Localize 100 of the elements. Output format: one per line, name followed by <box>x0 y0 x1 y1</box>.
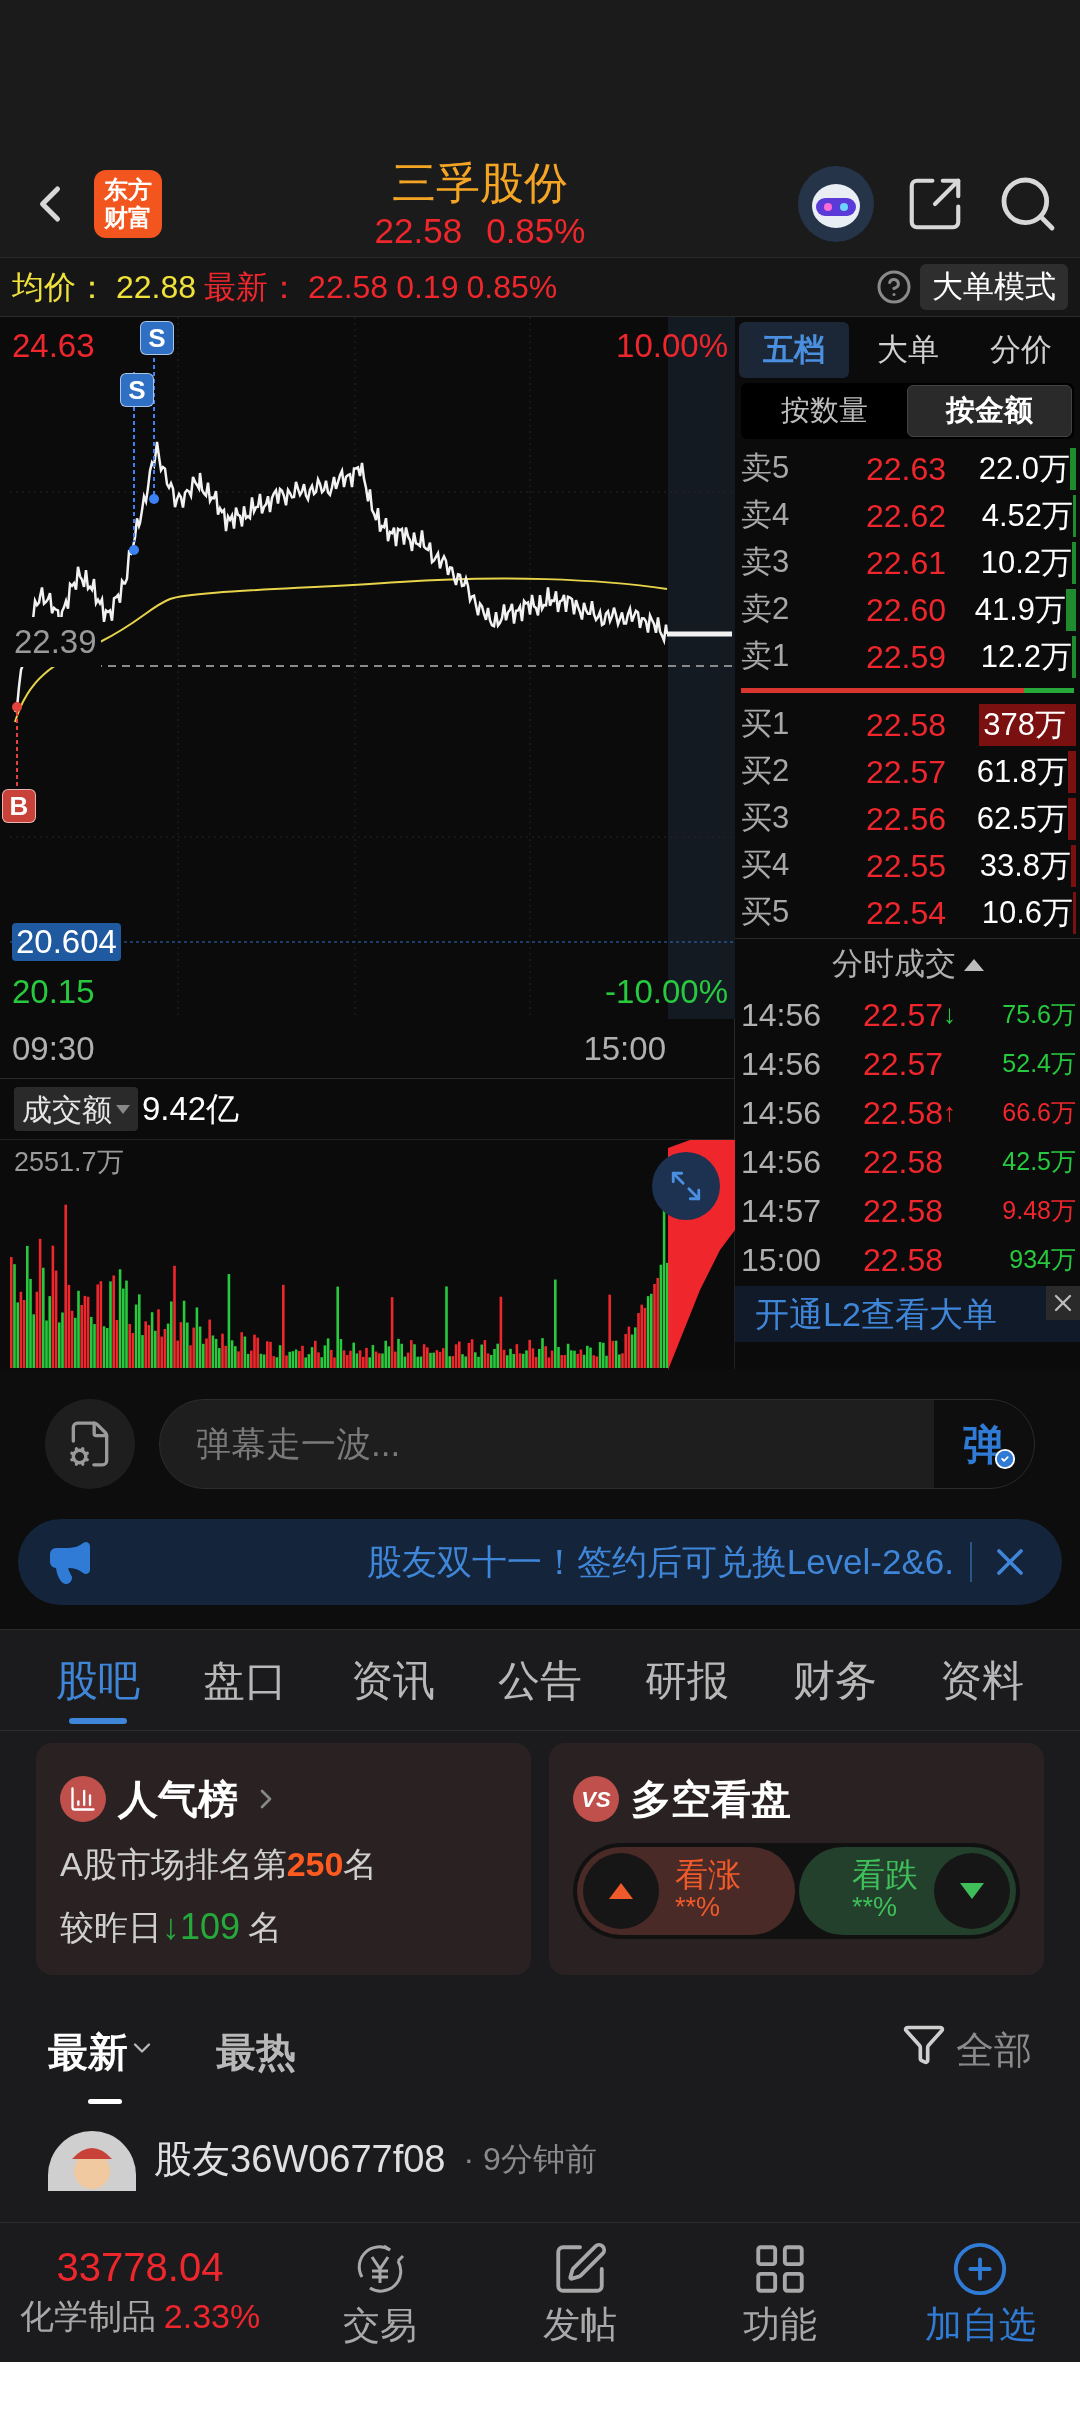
section-tab[interactable]: 资讯 <box>350 1630 435 1730</box>
stock-title: 三孚股份 <box>392 156 568 209</box>
level-label: 买3 <box>741 799 791 838</box>
post-author: 股友36W0677f08 <box>154 2137 446 2182</box>
volume-bar <box>1066 703 1076 746</box>
level-label: 卖5 <box>741 449 791 488</box>
section-tab[interactable]: 股吧 <box>56 1630 140 1730</box>
trade-direction: ↓ <box>943 999 956 1029</box>
change-label: 较昨日 <box>60 1906 162 1948</box>
price-change: 0.19 <box>396 268 459 307</box>
volume-bar <box>1073 494 1076 537</box>
order-amount: 12.2万 <box>980 637 1072 676</box>
section-tab[interactable]: 公告 <box>498 1630 582 1730</box>
sentiment-card[interactable]: VS 多空看盘 看涨 **% 看跌 **% <box>549 1743 1044 1975</box>
trade-point <box>12 702 22 712</box>
time-label: 09:30 <box>12 1028 95 1069</box>
closing-price-line <box>667 631 732 637</box>
indicator-dropdown[interactable]: 成交额 <box>14 1087 138 1131</box>
volume-max-label: 2551.7万 <box>14 1146 124 1179</box>
rank-change-arrow: ↓ <box>162 1905 180 1949</box>
comment-field[interactable]: 弹幕走一波... 弹 <box>159 1399 1035 1489</box>
section-tab[interactable]: 财务 <box>792 1630 877 1730</box>
robot-avatar-icon[interactable] <box>798 165 874 242</box>
order-price: 22.56 <box>864 799 946 839</box>
trade-price: 22.57 <box>861 995 943 1035</box>
trade-marker[interactable]: S <box>120 373 154 407</box>
section-tab[interactable]: 研报 <box>645 1630 730 1730</box>
trade-point <box>129 545 139 555</box>
level-label: 卖1 <box>741 637 791 676</box>
announcement-banner[interactable]: 股友双十一！签约后可兑换Level-2&6. <box>18 1519 1062 1605</box>
order-price: 22.62 <box>864 496 946 536</box>
volume-bar <box>1072 541 1076 584</box>
nav-button[interactable]: 交易 <box>280 2238 480 2347</box>
filter-button[interactable]: 全部 <box>902 2022 1032 2112</box>
l2-banner-text[interactable]: 开通L2查看大单 <box>755 1288 997 1340</box>
high-price: 24.63 <box>12 326 95 366</box>
section-tab[interactable]: 资料 <box>939 1630 1024 1730</box>
trade-time: 14:56 <box>741 1044 823 1084</box>
nav-button[interactable]: 加自选 <box>880 2239 1080 2346</box>
sort-tab[interactable]: 最热 <box>216 2022 296 2112</box>
sector-name: 化学制品 <box>19 2296 156 2337</box>
order-price: 22.63 <box>864 449 946 489</box>
order-book-tab[interactable]: 五档 <box>739 322 849 378</box>
order-amount: 378万 <box>979 703 1066 746</box>
level-label: 卖3 <box>741 543 791 582</box>
help-icon[interactable] <box>876 269 912 305</box>
bearish-button[interactable]: 看跌 **% <box>798 1847 1016 1935</box>
mode-toggle[interactable]: 按金额 <box>906 385 1072 437</box>
volume-bar <box>1071 844 1076 887</box>
last-price-label: 最新： <box>204 268 301 307</box>
order-price: 22.59 <box>864 637 946 677</box>
rank-unit: 名 <box>248 1906 283 1948</box>
level-label: 买1 <box>741 705 791 744</box>
close-button[interactable] <box>1046 1286 1080 1320</box>
average-price: 22.88 <box>116 268 197 307</box>
volume-bar <box>1068 750 1076 793</box>
l2-banner[interactable]: 开通L2查看大单 <box>735 1286 1080 1342</box>
volume-bar <box>1070 447 1076 490</box>
percent-change: 0.85% <box>466 268 558 307</box>
trade-price: 22.58 <box>861 1191 943 1231</box>
level-label: 卖4 <box>741 496 791 535</box>
send-button[interactable]: 弹 <box>934 1400 1034 1488</box>
order-price: 22.57 <box>864 752 946 792</box>
caret-icon <box>116 1104 130 1114</box>
ranking-icon <box>60 1776 106 1822</box>
trade-direction: ↑ <box>943 1097 956 1127</box>
sector-change: 2.33% <box>163 2296 261 2337</box>
volume-bar <box>1068 797 1076 840</box>
trade-marker[interactable]: S <box>140 321 174 355</box>
cursor-price-badge: 20.604 <box>12 923 121 961</box>
rank-text: A股市场排名第250名 <box>60 1844 379 1885</box>
average-price-label: 均价： <box>12 268 108 307</box>
app-logo: 东方 财富 <box>94 169 162 238</box>
post-time: · 9分钟前 <box>463 2140 597 2179</box>
trade-marker[interactable]: B <box>2 789 36 823</box>
previous-close-price: 22.39 <box>10 617 101 667</box>
header-change: 0.85% <box>486 209 586 252</box>
collapse-icon[interactable] <box>963 958 984 971</box>
order-amount: 10.6万 <box>981 893 1073 932</box>
nav-button[interactable]: 发帖 <box>480 2239 680 2346</box>
order-book-tab[interactable]: 分价 <box>966 322 1076 378</box>
nav-button[interactable]: 功能 <box>680 2239 880 2346</box>
order-book-tab[interactable]: 大单 <box>852 322 963 378</box>
order-price: 22.54 <box>864 893 946 933</box>
trade-amount: 75.6万 <box>1001 998 1076 1030</box>
mode-toggle[interactable]: 按数量 <box>743 385 907 437</box>
bullish-button[interactable]: 看涨 **% <box>577 1847 795 1935</box>
trade-price: 22.58 <box>861 1142 943 1182</box>
section-tab[interactable]: 盘口 <box>203 1630 288 1730</box>
popularity-card[interactable]: 人气榜 A股市场排名第250名 较昨日↓109 名 <box>36 1743 531 1975</box>
trade-time: 14:57 <box>741 1191 823 1231</box>
index-value: 33778.04 <box>56 2244 224 2291</box>
card-title: 多空看盘 <box>631 1776 791 1823</box>
volume-bar <box>1073 891 1076 934</box>
last-price: 22.58 <box>308 268 389 307</box>
large-order-mode-button[interactable]: 大单模式 <box>920 264 1068 310</box>
trade-price: 22.58 <box>861 1093 943 1133</box>
level-label: 卖2 <box>741 590 791 629</box>
sort-tab[interactable]: 最新 <box>48 2022 156 2112</box>
order-amount: 33.8万 <box>979 846 1071 885</box>
